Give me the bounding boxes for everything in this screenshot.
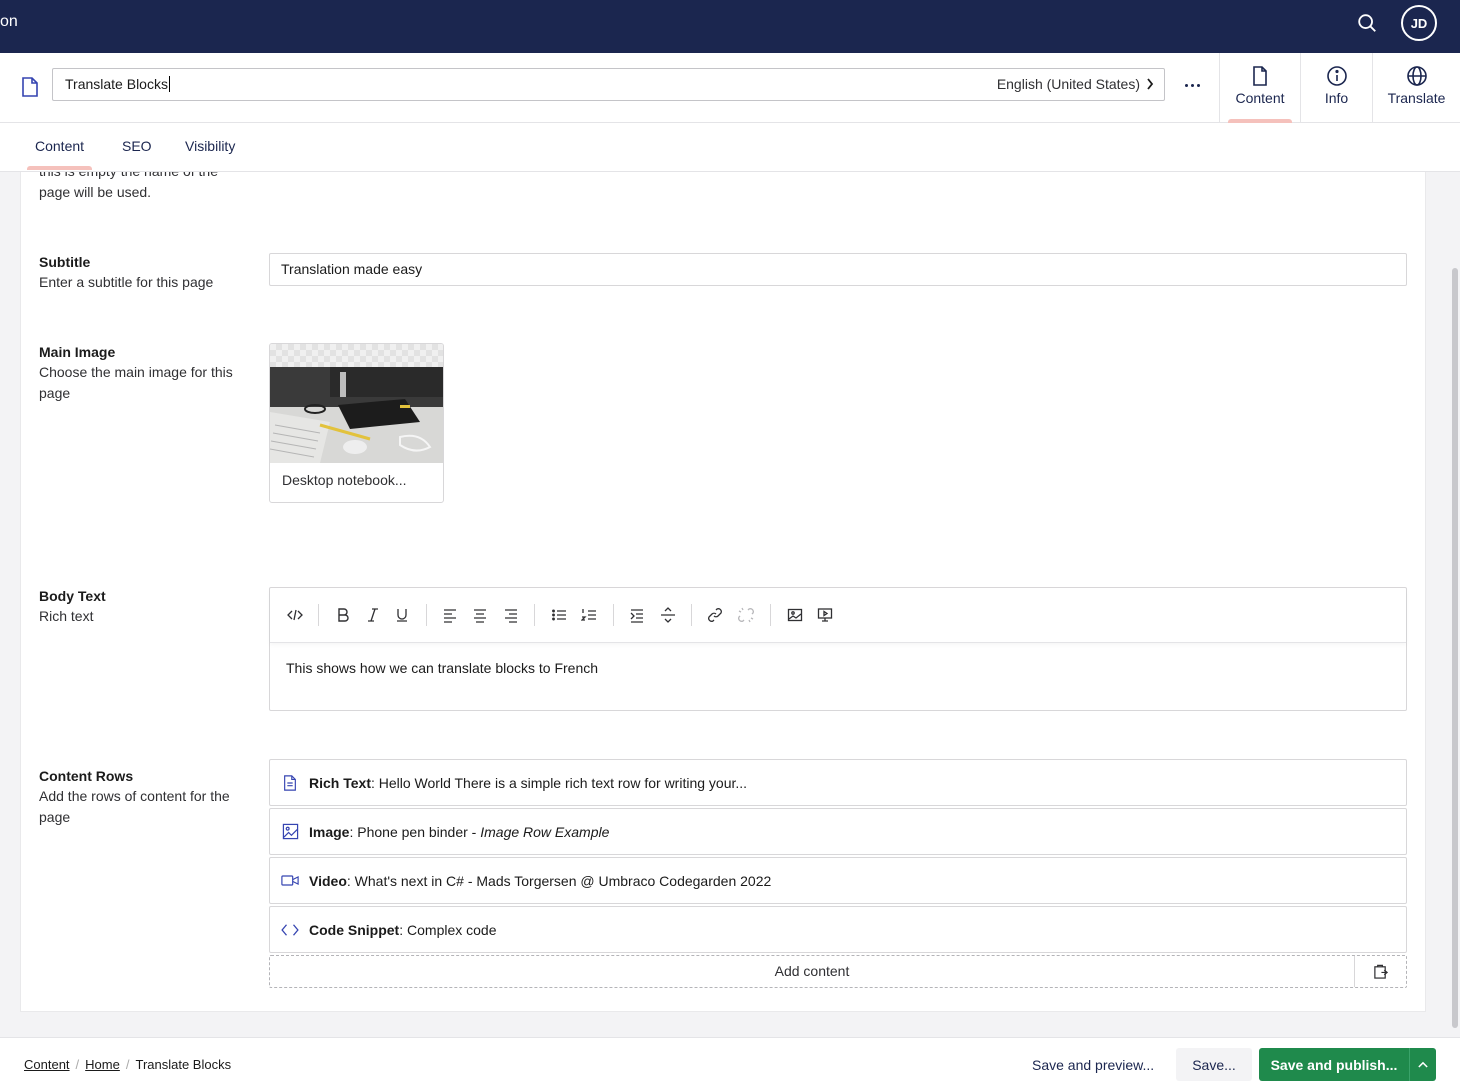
picture-icon [281, 823, 299, 841]
align-center-icon[interactable] [471, 606, 489, 624]
app-tab-content[interactable]: Content [1219, 53, 1300, 123]
content-rows-label-group: Content Rows Add the rows of content for… [39, 766, 249, 828]
breadcrumb: Content / Home / Translate Blocks [24, 1057, 232, 1072]
content-rows-label: Content Rows [39, 768, 134, 784]
add-content-button[interactable]: Add content [269, 955, 1407, 988]
document-icon [281, 774, 299, 792]
desktop-photo-image [270, 367, 443, 463]
numbered-list-icon[interactable] [580, 606, 598, 624]
save-and-preview-button[interactable]: Save and preview... [1022, 1048, 1164, 1081]
chevron-right-icon [1147, 78, 1154, 90]
code-icon [281, 921, 299, 939]
block-text: Complex code [407, 921, 497, 938]
node-name-input[interactable]: Translate Blocks English (United States) [52, 68, 1165, 101]
rich-text-editor[interactable]: This shows how we can translate blocks t… [269, 587, 1407, 711]
editor-footer: Content / Home / Translate Blocks Save a… [0, 1037, 1460, 1089]
editor-header: Translate Blocks English (United States)… [0, 53, 1460, 123]
indent-icon[interactable] [628, 606, 646, 624]
scrollbar[interactable] [1450, 172, 1460, 1037]
save-button[interactable]: Save... [1176, 1048, 1252, 1081]
main-image-description: Choose the main image for this page [39, 364, 233, 401]
block-type: Rich Text [309, 774, 371, 791]
add-content-label: Add content [774, 963, 850, 979]
subtitle-label-group: Subtitle Enter a subtitle for this page [39, 252, 249, 293]
body-text-description: Rich text [39, 608, 94, 624]
link-icon[interactable] [706, 606, 724, 624]
block-type: Code Snippet [309, 921, 400, 938]
brand-text: on [0, 13, 18, 30]
image-icon[interactable] [786, 606, 804, 624]
breadcrumb-home[interactable]: Home [85, 1057, 120, 1072]
content-tabs: Content SEO Visibility [0, 123, 1460, 172]
breadcrumb-current: Translate Blocks [135, 1057, 232, 1072]
app-tab-translate[interactable]: Translate [1372, 53, 1460, 123]
block-code-snippet[interactable]: Code Snippet: Complex code [269, 906, 1407, 953]
block-video[interactable]: Video: What's next in C# - Mads Torgerse… [269, 857, 1407, 904]
strikethrough-icon[interactable] [659, 606, 677, 624]
block-text: Phone pen binder - [357, 823, 481, 840]
rte-toolbar [270, 588, 1406, 643]
subtitle-input[interactable]: Translation made easy [269, 253, 1407, 286]
underline-icon[interactable] [393, 606, 411, 624]
block-type: Image [309, 823, 350, 840]
block-rich-text[interactable]: Rich Text: Hello World There is a simple… [269, 759, 1407, 806]
align-left-icon[interactable] [441, 606, 459, 624]
content-panel: this is empty the name of the page will … [20, 172, 1426, 1012]
body-text-label-group: Body Text Rich text [39, 586, 249, 627]
media-name: Desktop notebook... [282, 472, 407, 488]
embed-icon[interactable] [816, 606, 834, 624]
culture-label: English (United States) [996, 76, 1140, 92]
more-actions-icon[interactable] [1178, 75, 1206, 95]
document-icon [1253, 66, 1267, 86]
rte-content[interactable]: This shows how we can translate blocks t… [270, 643, 1406, 693]
block-text: What's next in C# - Mads Torgersen @ Umb… [354, 872, 772, 889]
block-type: Video [309, 872, 347, 889]
bold-icon[interactable] [334, 606, 352, 624]
culture-selector[interactable]: English (United States) [997, 76, 1154, 92]
main-image-label-group: Main Image Choose the main image for thi… [39, 342, 249, 404]
app-tab-info[interactable]: Info [1300, 53, 1372, 123]
video-icon [281, 872, 299, 890]
app-tab-label: Info [1324, 90, 1349, 106]
save-and-publish-button[interactable]: Save and publish... [1259, 1048, 1409, 1081]
align-right-icon[interactable] [502, 606, 520, 624]
main-image-label: Main Image [39, 344, 116, 360]
breadcrumb-content[interactable]: Content [24, 1057, 70, 1072]
globe-icon [1406, 66, 1427, 86]
code-icon[interactable] [286, 606, 304, 624]
tab-content[interactable]: Content [26, 138, 93, 170]
title-description: this is empty the name of the page will … [39, 172, 218, 200]
user-avatar[interactable]: JD [1401, 5, 1437, 41]
italic-icon[interactable] [364, 606, 382, 624]
tab-visibility[interactable]: Visibility [185, 138, 235, 154]
block-image[interactable]: Image: Phone pen binder - Image Row Exam… [269, 808, 1407, 855]
tab-seo[interactable]: SEO [122, 138, 152, 154]
app-tab-label: Content [1235, 90, 1285, 106]
info-icon [1326, 66, 1347, 86]
block-extra: Image Row Example [480, 823, 610, 840]
clipboard-icon[interactable] [1354, 956, 1406, 987]
document-icon [21, 77, 39, 97]
subtitle-description: Enter a subtitle for this page [39, 274, 214, 290]
chevron-up-icon[interactable] [1409, 1048, 1436, 1081]
media-thumbnail [270, 344, 443, 463]
media-card[interactable]: Desktop notebook... [269, 343, 444, 503]
unlink-icon[interactable] [737, 606, 755, 624]
node-name-value: Translate Blocks [65, 76, 168, 92]
subtitle-label: Subtitle [39, 254, 91, 270]
app-tab-label: Translate [1387, 90, 1446, 106]
body-text-label: Body Text [39, 588, 106, 604]
top-bar: on JD [0, 0, 1460, 53]
content-rows-description: Add the rows of content for the page [39, 788, 230, 825]
bullet-list-icon[interactable] [550, 606, 568, 624]
block-text: Hello World There is a simple rich text … [378, 774, 748, 791]
search-icon[interactable] [1356, 12, 1378, 34]
